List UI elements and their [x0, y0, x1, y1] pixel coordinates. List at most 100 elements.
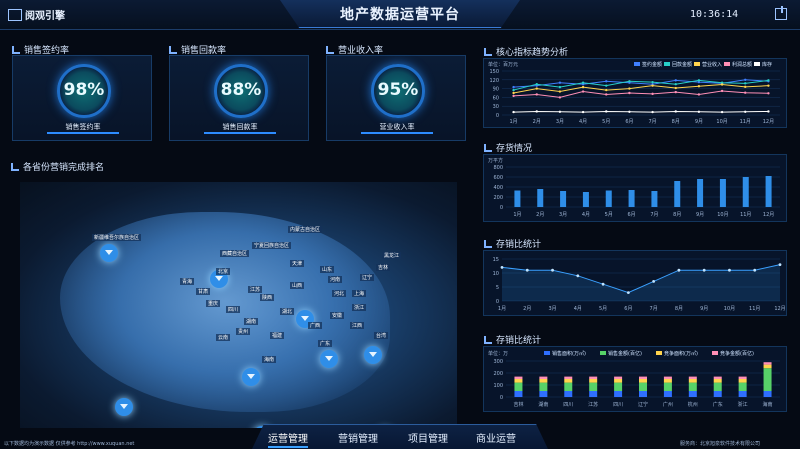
y-axis-label: 万平方	[488, 157, 503, 164]
map-pin[interactable]	[320, 350, 338, 368]
x-tick-label: 6月	[624, 306, 632, 312]
x-tick-label: 5月	[602, 119, 610, 125]
map-label: 贵州	[236, 328, 251, 335]
data-point	[551, 268, 554, 272]
y-tick-label: 150	[489, 69, 499, 75]
map-pin[interactable]	[364, 346, 382, 364]
bar	[537, 189, 544, 207]
data-point	[535, 93, 538, 96]
data-point	[767, 84, 770, 87]
x-tick-label: 12月	[774, 306, 785, 312]
legend-label: 营业收入	[702, 61, 722, 68]
bar-segment	[639, 382, 647, 391]
map-pin[interactable]	[242, 368, 260, 386]
data-point	[581, 90, 585, 93]
x-tick-label: 3月	[559, 212, 567, 218]
data-point	[558, 110, 562, 113]
data-point	[535, 87, 538, 90]
map-label: 内蒙古自治区	[288, 226, 323, 233]
bar-segment	[688, 382, 697, 391]
bar-segment	[564, 379, 573, 383]
y-tick-label: 30	[493, 104, 499, 110]
map-label: 陕西	[260, 294, 275, 301]
map-label: 广东	[318, 340, 333, 347]
y-tick-label: 0	[496, 299, 499, 305]
map-label: 黑龙江	[382, 252, 402, 259]
bar-segment	[589, 382, 598, 391]
y-tick-label: 5	[496, 285, 499, 291]
map-label: 台湾	[374, 332, 389, 339]
data-point	[500, 266, 504, 269]
legend-label: 利润总额	[732, 61, 752, 68]
x-tick-label: 湖南	[538, 401, 548, 408]
x-tick-label: 5月	[605, 212, 613, 218]
kpi-value: 98%	[63, 80, 105, 100]
data-point	[720, 110, 724, 114]
bar-segment	[738, 382, 747, 391]
legend-label: 库存	[762, 61, 772, 68]
sales-ratio-chart: 0 5 10 15 1月 2月 3月 4月 5月 6月 7月 8月 9月 10月 11月 12月	[493, 257, 786, 312]
map-label: 上海	[352, 290, 367, 297]
map-label: 河南	[328, 276, 343, 283]
bar	[719, 179, 726, 207]
map-pin[interactable]	[115, 398, 133, 416]
map-label: 吉林	[376, 264, 391, 271]
nav-projects[interactable]: 项目管理	[408, 430, 448, 445]
kpi-underline	[47, 132, 119, 134]
data-point	[558, 85, 562, 89]
legend-swatch	[634, 62, 640, 66]
data-point	[581, 110, 585, 114]
map-label: 天津	[290, 260, 305, 267]
province-map[interactable]: 新疆维吾尔族自治区 内蒙古自治区 宁夏回族自治区 西藏自治区 北京 天津 山东 河南 江苏 上海浙…	[20, 182, 457, 428]
map-pin[interactable]	[100, 244, 118, 262]
data-point	[677, 268, 681, 272]
kpi-card-payment: 88% 销售回款率	[169, 55, 309, 141]
bar-segment	[713, 391, 722, 397]
x-tick-label: 2月	[533, 119, 541, 125]
kpi-underline	[361, 132, 433, 134]
x-tick-label: 10月	[716, 119, 727, 125]
kpi-card-revenue: 95% 营业收入率	[326, 55, 466, 141]
data-point	[626, 291, 630, 294]
exit-icon[interactable]	[775, 6, 787, 20]
data-point	[697, 110, 701, 113]
x-tick-label: 8月	[672, 119, 680, 125]
map-label: 江苏	[248, 286, 263, 293]
data-point	[744, 110, 747, 113]
map-label: 山东	[320, 266, 335, 273]
kpi-value: 95%	[377, 80, 419, 100]
kpi-gauge: 98%	[57, 64, 111, 118]
stock-ratio-title-text: 存销比统计	[496, 336, 542, 346]
bar-segment	[763, 362, 772, 365]
data-point	[651, 110, 654, 114]
nav-ops[interactable]: 运营管理	[268, 430, 308, 448]
nav-commercial[interactable]: 商业运营	[476, 430, 516, 445]
data-point	[581, 85, 585, 89]
x-tick-label: 10月	[717, 212, 728, 218]
bar-segment	[514, 376, 523, 379]
data-point	[535, 83, 538, 86]
footer-provider: 服务商：北京旭泉软件技术有限公司	[680, 441, 761, 447]
bar	[765, 176, 772, 207]
x-tick-label: 广东	[713, 401, 723, 408]
data-point	[778, 263, 782, 266]
data-point	[744, 82, 747, 85]
x-tick-label: 12月	[763, 212, 774, 218]
series-line	[513, 90, 769, 98]
legend-label: 竞争金额(百亿)	[720, 350, 754, 357]
data-point	[697, 85, 701, 88]
data-point	[535, 110, 538, 113]
bar-segment	[514, 382, 523, 391]
kpi-gauge: 95%	[371, 64, 425, 118]
bar-segment	[713, 382, 722, 391]
data-point	[767, 92, 770, 95]
y-tick-label: 800	[493, 165, 503, 171]
data-point	[697, 79, 701, 82]
x-tick-label: 3月	[556, 119, 564, 125]
x-tick-label: 2月	[523, 306, 531, 312]
map-label: 海南	[262, 356, 277, 363]
chart-icon	[484, 336, 492, 344]
chart-icon	[169, 46, 177, 54]
nav-marketing[interactable]: 营销管理	[338, 430, 378, 445]
y-tick-label: 200	[493, 195, 503, 201]
